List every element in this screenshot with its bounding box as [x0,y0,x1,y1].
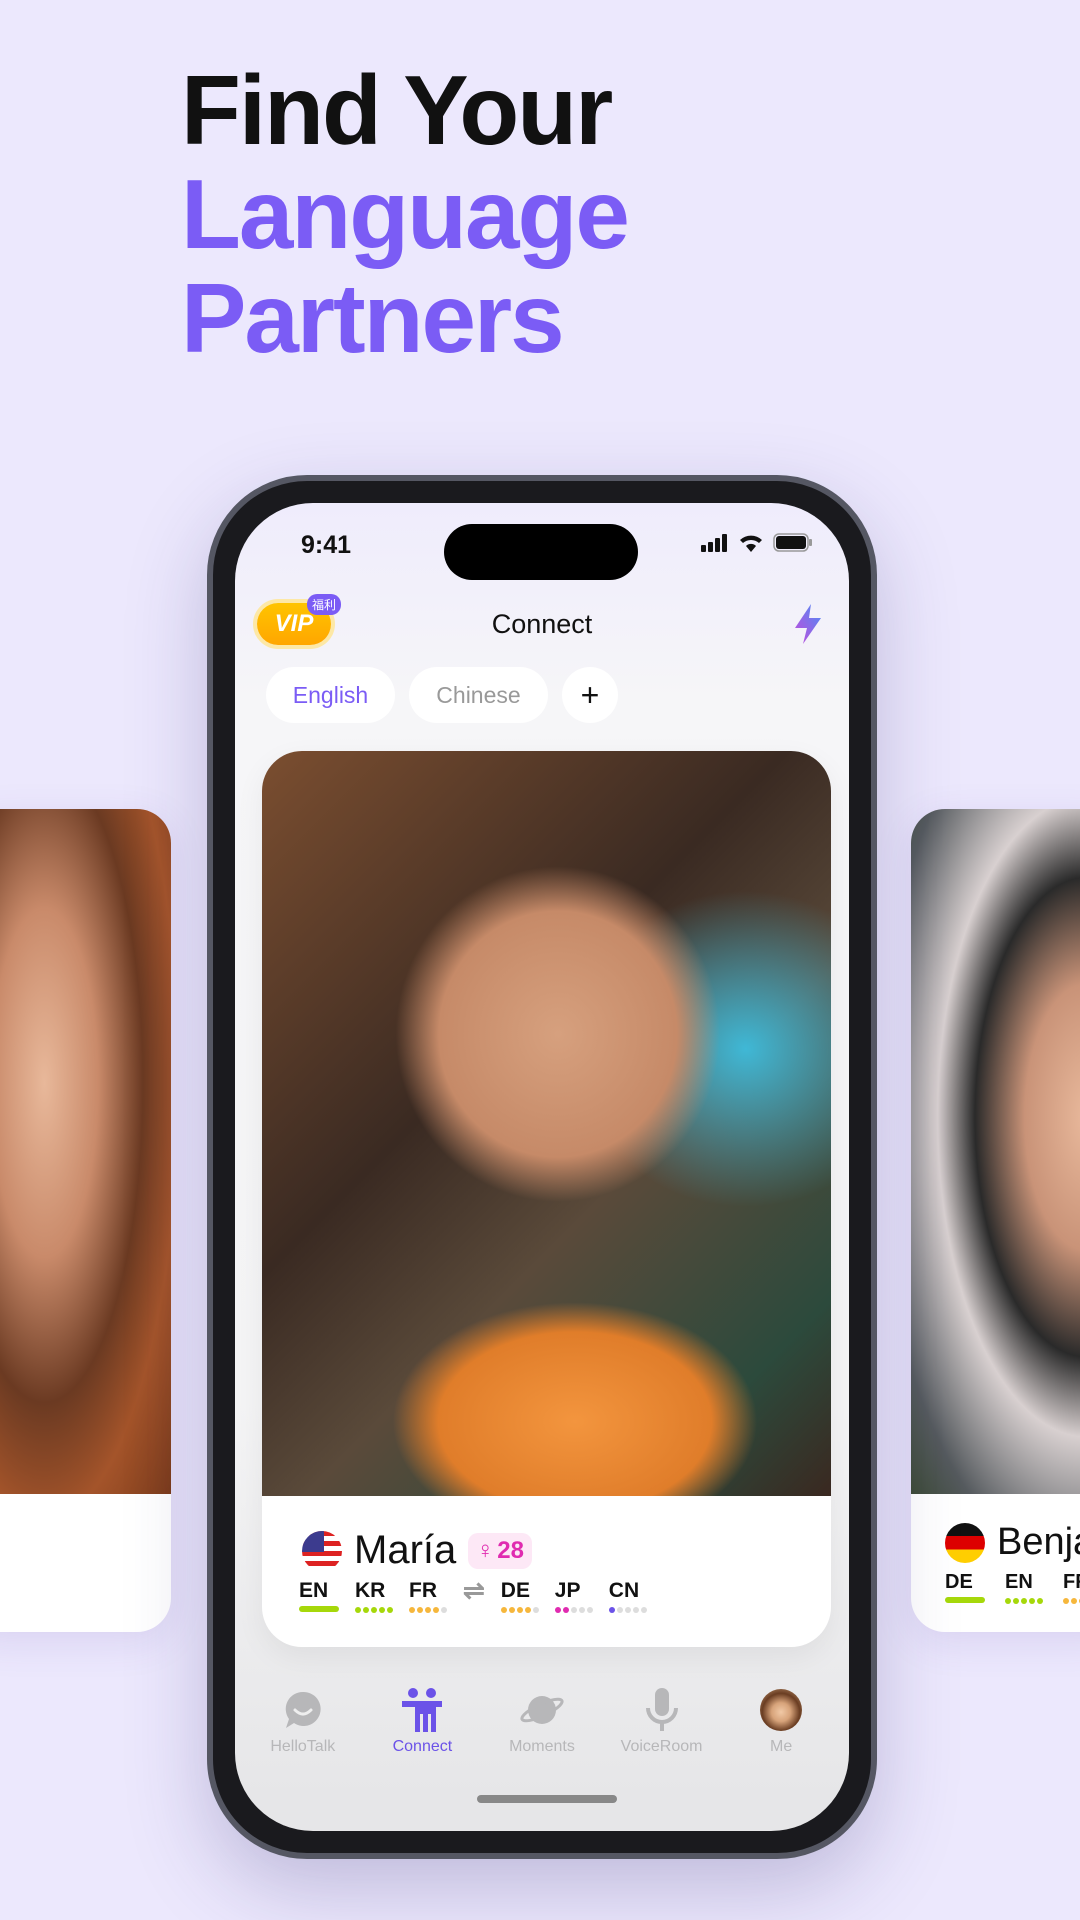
people-icon [402,1688,443,1732]
lightning-icon[interactable] [791,604,825,644]
level-dots [500,1607,539,1613]
lang-code: EN [1005,1571,1033,1593]
tab-connect[interactable]: Connect [363,1688,483,1756]
age: 28 [497,1536,524,1564]
next-profile-card[interactable]: Benja DE EN FR [911,809,1080,1632]
lang-code: JP [554,1579,581,1602]
tab-voiceroom[interactable]: VoiceRoom [602,1688,722,1756]
tab-label: Moments [509,1738,575,1755]
status-time: 9:41 [301,531,352,559]
add-language-button[interactable]: + [562,667,618,723]
tab-label: Me [770,1738,793,1755]
tab-moments[interactable]: Moments [482,1688,602,1756]
level-dots [1005,1598,1043,1604]
tab-label: HelloTalk [270,1738,336,1755]
native-level-bar [945,1597,985,1603]
language-chip-english[interactable]: English [266,667,395,723]
profile-name: Benja [997,1521,1080,1563]
lang-code: KR [355,1579,386,1602]
wifi-icon [740,535,762,552]
home-indicator[interactable] [477,1795,617,1803]
lang-code: DE [945,1571,973,1593]
native-level-bar [299,1606,339,1612]
level-dots [409,1607,447,1613]
headline-line-1: Find Your [181,55,613,165]
gender-age-badge: ♀ 28 [468,1532,532,1569]
headline-line-3: Partners [181,263,565,373]
headline-line-2: Language [181,159,630,269]
previous-profile-card[interactable] [0,809,171,1632]
level-dots [554,1607,593,1613]
avatar [760,1689,803,1731]
battery-icon [773,533,812,552]
lang-code: CN [608,1579,640,1602]
tab-bar: HelloTalk Connect Moments VoiceRoom Me [235,1688,849,1756]
lang-code: EN [299,1579,329,1602]
phone-screen: 9:41 VIP 福利 Connect English Chinese + Ma… [235,503,849,1831]
level-dots [1063,1598,1080,1604]
tab-label: Connect [392,1738,453,1755]
profile-photo [0,809,171,1494]
lang-code: FR [409,1579,437,1602]
tab-hellotalk[interactable]: HelloTalk [243,1688,363,1756]
dynamic-island [444,524,638,580]
profile-photo [911,809,1080,1494]
headline: Find Your Language Partners [181,55,630,373]
tab-me[interactable]: Me [721,1688,841,1756]
planet-icon [520,1696,564,1724]
profile-photo [262,751,831,1496]
profile-card[interactable]: María ♀ 28 EN KR FR ⇌ DE JP CN [262,751,831,1647]
phone-frame: 9:41 VIP 福利 Connect English Chinese + Ma… [207,475,877,1859]
chat-bubble-icon [285,1691,321,1728]
page-title: Connect [491,609,593,639]
language-chip-chinese[interactable]: Chinese [409,667,548,723]
signal-icon [701,533,727,552]
microphone-icon [645,1688,678,1731]
lang-code: FR [1063,1571,1080,1593]
us-flag-icon [302,1530,342,1571]
level-dots [355,1607,393,1613]
exchange-arrows-icon: ⇌ [463,1575,485,1605]
tab-label: VoiceRoom [620,1738,703,1755]
germany-flag-icon [945,1522,985,1563]
female-icon: ♀ [476,1536,495,1564]
level-dots [608,1607,647,1613]
profile-name: María [354,1528,457,1572]
lang-code: DE [500,1579,530,1602]
